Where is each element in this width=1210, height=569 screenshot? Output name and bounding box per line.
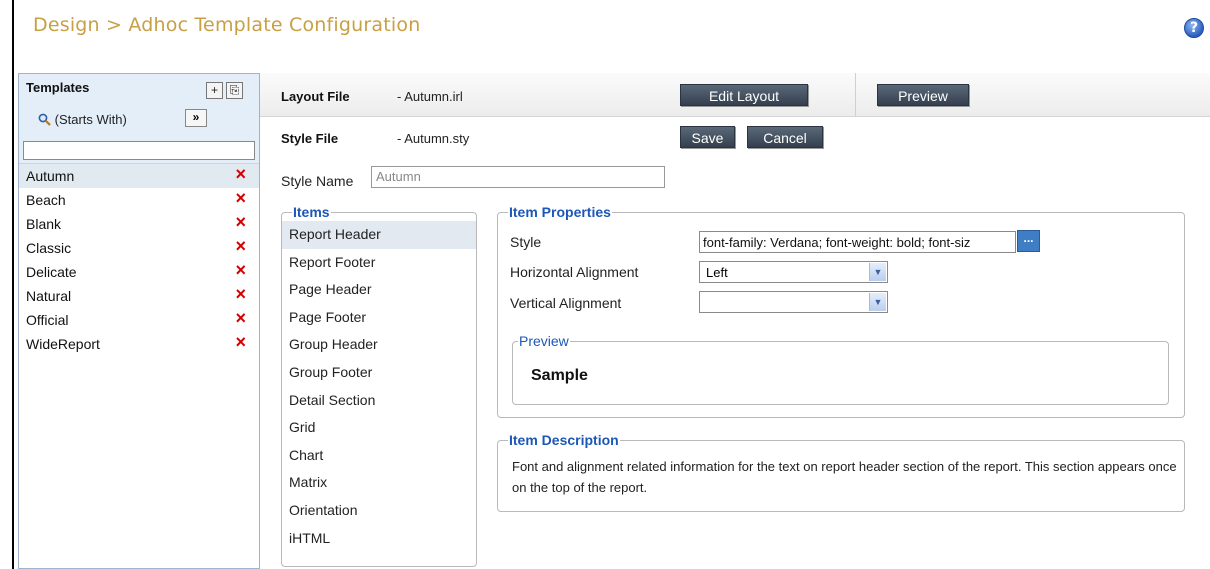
filter-label: (Starts With) <box>54 112 127 127</box>
item-properties-legend: Item Properties <box>509 204 611 220</box>
item-orientation[interactable]: Orientation <box>282 497 476 525</box>
item-chart[interactable]: Chart <box>282 442 476 470</box>
template-name: Official <box>26 312 69 328</box>
layout-file-value: - Autumn.irl <box>397 89 463 104</box>
vertical-alignment-label: Vertical Alignment <box>510 295 622 311</box>
template-name: Autumn <box>26 168 75 184</box>
delete-icon[interactable]: × <box>235 164 246 185</box>
delete-icon[interactable]: × <box>235 332 246 353</box>
item-description-text: Font and alignment related information f… <box>512 459 1177 495</box>
chevron-down-icon[interactable]: ▼ <box>869 263 886 281</box>
vertical-alignment-select[interactable]: ▼ <box>699 291 888 313</box>
search-filter[interactable]: (Starts With) <box>38 112 127 127</box>
item-page-footer[interactable]: Page Footer <box>282 304 476 332</box>
template-item[interactable]: Blank × <box>19 212 259 236</box>
template-search-input[interactable] <box>23 141 255 160</box>
template-item[interactable]: Classic × <box>19 236 259 260</box>
template-item[interactable]: Natural × <box>19 284 259 308</box>
delete-icon[interactable]: × <box>235 260 246 281</box>
horizontal-alignment-value: Left <box>706 265 728 280</box>
templates-sidebar: Templates + ⎘ (Starts With) » Autumn × Bea… <box>18 73 260 569</box>
save-button[interactable]: Save <box>680 126 735 148</box>
items-list: Report Header Report Footer Page Header Pag… <box>282 221 476 552</box>
preview-sample: Sample <box>531 367 588 384</box>
item-report-footer[interactable]: Report Footer <box>282 249 476 277</box>
delete-icon[interactable]: × <box>235 188 246 209</box>
template-name: Blank <box>26 216 62 232</box>
search-go-button[interactable]: » <box>185 109 207 127</box>
item-report-header[interactable]: Report Header <box>282 221 476 249</box>
item-description-legend: Item Description <box>509 432 619 448</box>
style-name-input[interactable]: Autumn <box>371 166 665 188</box>
left-edge-rule <box>12 0 14 569</box>
item-matrix[interactable]: Matrix <box>282 469 476 497</box>
template-item[interactable]: WideReport × <box>19 332 259 356</box>
templates-title: Templates <box>26 80 90 95</box>
item-grid[interactable]: Grid <box>282 414 476 442</box>
main-panel: Layout File - Autumn.irl Edit Layout Pre… <box>260 73 1210 569</box>
item-group-footer[interactable]: Group Footer <box>282 359 476 387</box>
template-name: Beach <box>26 192 66 208</box>
style-input[interactable]: font-family: Verdana; font-weight: bold;… <box>699 231 1016 253</box>
delete-icon[interactable]: × <box>235 212 246 233</box>
items-group: Items Report Header Report Footer Page Hea… <box>281 204 477 567</box>
horizontal-alignment-select[interactable]: Left ▼ <box>699 261 888 283</box>
preview-group: Preview <box>512 333 1169 405</box>
template-name: WideReport <box>26 336 100 352</box>
delete-icon[interactable]: × <box>235 284 246 305</box>
template-item[interactable]: Official × <box>19 308 259 332</box>
help-icon[interactable]: ? <box>1184 18 1204 38</box>
page-title: Design > Adhoc Template Configuration <box>33 14 421 36</box>
edit-layout-button[interactable]: Edit Layout <box>680 84 808 106</box>
layout-bar: Layout File - Autumn.irl Edit Layout Pre… <box>260 73 1210 117</box>
add-template-icon[interactable]: + <box>206 82 223 99</box>
style-file-value: - Autumn.sty <box>397 131 470 146</box>
item-page-header[interactable]: Page Header <box>282 276 476 304</box>
delete-icon[interactable]: × <box>235 308 246 329</box>
template-list: Autumn × Beach × Blank × Classic × Delicate × Natu… <box>19 164 259 356</box>
templates-toolbar: Templates + ⎘ (Starts With) » <box>19 74 259 164</box>
template-name: Delicate <box>26 264 77 280</box>
bar-divider <box>855 73 856 117</box>
template-name: Natural <box>26 288 72 304</box>
cancel-button[interactable]: Cancel <box>747 126 823 148</box>
preview-legend: Preview <box>519 333 569 349</box>
template-item[interactable]: Delicate × <box>19 260 259 284</box>
template-name: Classic <box>26 240 72 256</box>
delete-icon[interactable]: × <box>235 236 246 257</box>
style-edit-button[interactable]: ... <box>1017 230 1040 252</box>
preview-layout-button[interactable]: Preview <box>877 84 969 106</box>
item-detail-section[interactable]: Detail Section <box>282 387 476 415</box>
items-legend: Items <box>293 204 330 220</box>
item-group-header[interactable]: Group Header <box>282 331 476 359</box>
search-icon <box>38 113 51 126</box>
style-name-label: Style Name <box>281 173 354 189</box>
style-file-label: Style File <box>281 131 339 146</box>
chevron-down-icon[interactable]: ▼ <box>869 293 886 311</box>
horizontal-alignment-label: Horizontal Alignment <box>510 264 639 280</box>
template-item[interactable]: Beach × <box>19 188 259 212</box>
style-label: Style <box>510 234 542 250</box>
paste-template-icon[interactable]: ⎘ <box>226 82 243 99</box>
item-ihtml[interactable]: iHTML <box>282 525 476 553</box>
layout-file-label: Layout File <box>281 89 350 104</box>
template-item[interactable]: Autumn × <box>19 164 259 188</box>
